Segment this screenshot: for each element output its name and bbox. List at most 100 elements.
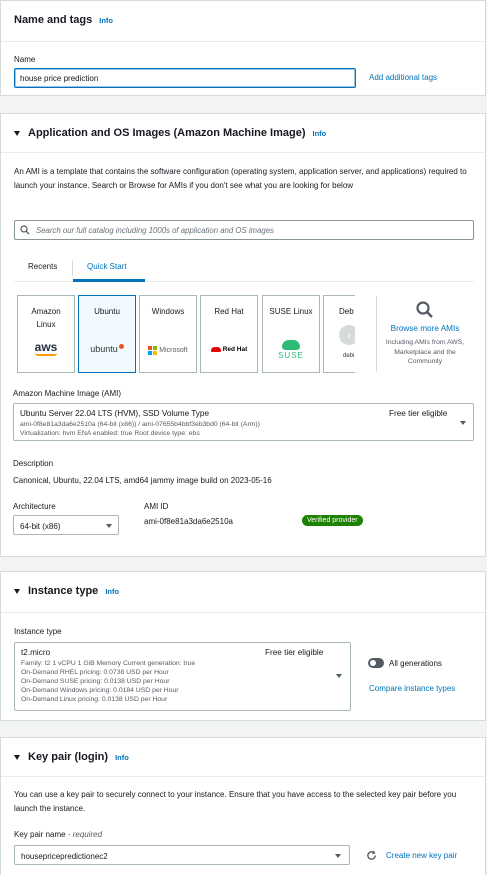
architecture-value: 64-bit (x86) <box>20 522 61 531</box>
verified-provider-badge: Verified provider <box>302 515 363 526</box>
logo-text: debi <box>343 353 355 359</box>
suse-pricing: On-Demand SUSE pricing: 0.0138 USD per H… <box>21 678 170 685</box>
ami-name: Ubuntu Server 22.04 LTS (HVM), SSD Volum… <box>20 409 210 418</box>
section-title: Instance type <box>28 585 99 597</box>
key-pair-description: You can use a key pair to securely conne… <box>14 790 457 813</box>
info-link[interactable]: Info <box>313 129 327 138</box>
section-title: Key pair (login) <box>28 751 109 763</box>
instance-type-label: Instance type <box>14 627 62 636</box>
key-pair-name-label: Key pair name - required <box>14 830 102 839</box>
instance-type-value: t2.micro <box>21 648 51 657</box>
chevron-down-icon <box>335 854 341 858</box>
architecture-label: Architecture <box>13 502 56 511</box>
search-icon <box>416 301 433 318</box>
logo-text: ubuntu <box>90 344 118 354</box>
architecture-select[interactable]: 64-bit (x86) <box>13 515 119 535</box>
linux-pricing: On-Demand Linux pricing: 0.0138 USD per … <box>21 696 168 703</box>
redhat-logo-icon: Red Hat <box>201 346 257 353</box>
card-name: Red Hat <box>214 307 244 316</box>
collapse-caret-icon <box>14 588 20 594</box>
chevron-down-icon <box>336 674 342 678</box>
compare-instance-types-link[interactable]: Compare instance types <box>369 684 455 693</box>
ami-label: Amazon Machine Image (AMI) <box>13 389 122 398</box>
ami-card-suse[interactable]: SUSE Linux SUSE <box>262 295 320 373</box>
logo-text: aws <box>34 340 58 354</box>
info-link[interactable]: Info <box>115 753 129 762</box>
divider <box>1 152 485 153</box>
search-icon <box>20 225 30 235</box>
instance-type-title[interactable]: Instance type Info <box>14 585 119 597</box>
instance-family: Family: t2 1 vCPU 1 GiB Memory Current g… <box>21 660 196 667</box>
rhel-pricing: On-Demand RHEL pricing: 0.0738 USD per H… <box>21 669 169 676</box>
collapse-caret-icon <box>14 754 20 760</box>
microsoft-logo-icon: Microsoft <box>140 346 196 355</box>
card-name: Amazon Linux <box>31 307 61 329</box>
key-pair-value: housepricepredictionec2 <box>21 852 108 861</box>
name-label: Name <box>14 55 36 64</box>
logo-text: Red Hat <box>222 346 248 353</box>
logo-text: SUSE <box>278 351 304 360</box>
card-name: Ubuntu <box>94 307 120 316</box>
logo-text: Microsoft <box>159 347 188 354</box>
cards-divider <box>376 296 377 372</box>
ami-card-debian[interactable]: Deb › debi <box>323 295 355 373</box>
key-pair-title[interactable]: Key pair (login) Info <box>14 751 129 763</box>
collapse-caret-icon <box>14 130 20 136</box>
browse-more-link[interactable]: Browse more AMIs <box>382 324 468 333</box>
tab-recents[interactable]: Recents <box>28 262 57 271</box>
browse-more-subtext: Including AMIs from AWS, Marketplace and… <box>385 339 465 365</box>
tab-divider <box>72 260 73 276</box>
name-tags-panel: Name and tags Info Name house price pred… <box>0 0 486 96</box>
ami-search-input[interactable]: Search our full catalog including 1000s … <box>14 220 474 240</box>
add-tags-link[interactable]: Add additional tags <box>369 73 437 82</box>
instance-type-select[interactable]: t2.micro Free tier eligible Family: t2 1… <box>14 642 351 711</box>
description-label: Description <box>13 459 54 468</box>
name-input[interactable]: house price prediction <box>14 68 356 88</box>
windows-pricing: On-Demand Windows pricing: 0.0184 USD pe… <box>21 687 179 694</box>
info-link[interactable]: Info <box>99 16 113 25</box>
refresh-icon[interactable] <box>366 850 377 861</box>
tab-active-indicator <box>73 279 145 282</box>
ami-description: An AMI is a template that contains the s… <box>14 167 467 190</box>
ami-card-amazon-linux[interactable]: Amazon Linux aws <box>17 295 75 373</box>
chevron-down-icon <box>106 524 112 528</box>
app-os-title[interactable]: Application and OS Images (Amazon Machin… <box>14 127 326 139</box>
info-link[interactable]: Info <box>105 587 119 596</box>
tab-quick-start[interactable]: Quick Start <box>87 262 127 271</box>
card-name: Deb <box>339 307 354 316</box>
label-text: Key pair name <box>14 830 66 839</box>
ami-meta: Virtualization: hvm ENA enabled: true Ro… <box>20 430 200 437</box>
description-value: Canonical, Ubuntu, 22.04 LTS, amd64 jamm… <box>13 476 272 485</box>
key-pair-panel: Key pair (login) Info You can use a key … <box>0 737 486 875</box>
ami-card-red-hat[interactable]: Red Hat Red Hat <box>200 295 258 373</box>
create-key-pair-link[interactable]: Create new key pair <box>386 851 457 860</box>
key-pair-select[interactable]: housepricepredictionec2 <box>14 845 350 865</box>
ami-card-windows[interactable]: Windows Microsoft <box>139 295 197 373</box>
divider <box>1 41 485 42</box>
section-title: Name and tags <box>14 14 93 26</box>
ami-ids: ami-0f8e81a3da6e2510a (64-bit (x86)) / a… <box>20 421 260 428</box>
free-tier-label: Free tier eligible <box>389 409 448 418</box>
browse-more-amis[interactable]: Browse more AMIs Including AMIs from AWS… <box>382 300 468 367</box>
all-generations-label: All generations <box>389 659 442 668</box>
ami-id-label: AMI ID <box>144 502 169 511</box>
required-text: - required <box>65 830 103 839</box>
card-name: Windows <box>151 307 185 316</box>
ami-select[interactable]: Ubuntu Server 22.04 LTS (HVM), SSD Volum… <box>13 403 474 441</box>
aws-logo-icon: aws <box>18 340 74 356</box>
divider <box>1 776 485 777</box>
section-title: Application and OS Images (Amazon Machin… <box>28 127 306 139</box>
scroll-right-button[interactable]: › <box>339 325 355 345</box>
name-tags-title: Name and tags Info <box>14 14 113 26</box>
free-tier-label: Free tier eligible <box>265 648 324 657</box>
ubuntu-logo-icon: ubuntu <box>79 344 135 354</box>
divider <box>1 612 485 613</box>
card-name: SUSE Linux <box>269 307 313 316</box>
search-placeholder: Search our full catalog including 1000s … <box>36 225 274 235</box>
ami-id-value: ami-0f8e81a3da6e2510a <box>144 517 233 526</box>
suse-logo-icon: SUSE <box>263 340 319 360</box>
all-generations-toggle[interactable] <box>368 658 384 668</box>
instance-type-panel: Instance type Info Instance type t2.micr… <box>0 571 486 721</box>
ami-card-ubuntu[interactable]: Ubuntu ubuntu <box>78 295 136 373</box>
chevron-down-icon <box>460 421 466 425</box>
